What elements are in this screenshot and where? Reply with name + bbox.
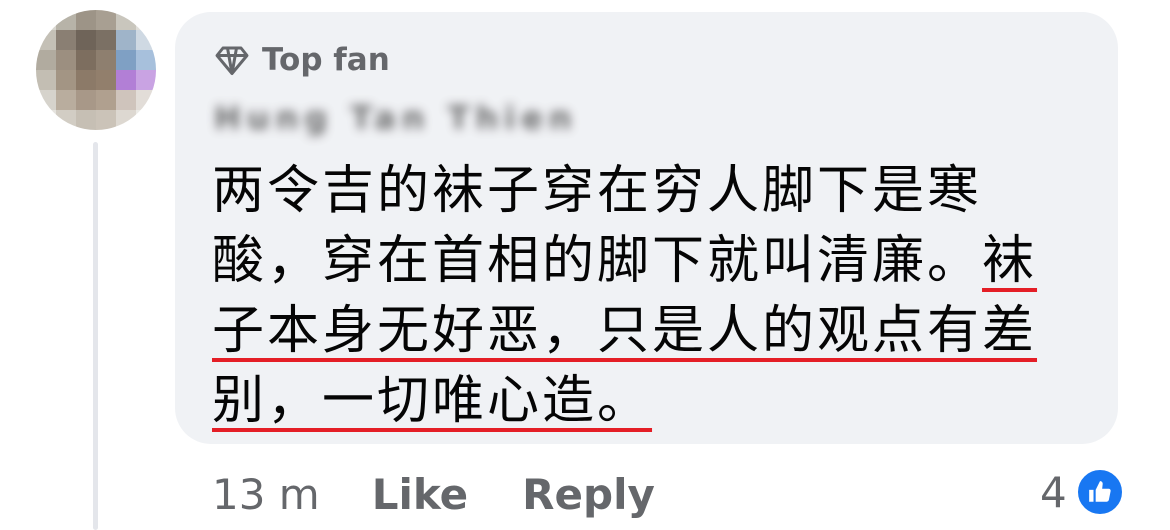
diamond-icon: [215, 46, 249, 75]
comment-line: 酸，穿在首相的脚下就叫清廉。袜: [212, 231, 1038, 291]
underlined-text: 子本身无好恶，只是人的观点有差: [212, 301, 1038, 361]
top-fan-badge[interactable]: Top fan: [214, 40, 390, 80]
thread-line: [93, 142, 98, 530]
underlined-text: 别，一切唯心造: [212, 371, 598, 431]
badge-label: Top fan: [262, 42, 390, 78]
comment-line: 两令吉的袜子穿在穷人脚下是寒: [212, 161, 983, 221]
reaction-summary[interactable]: 4: [1040, 464, 1125, 520]
author-name: Hung Tan Thien: [214, 99, 578, 137]
comment-actions: 13 m Like Reply: [212, 466, 655, 522]
comment-line: 子本身无好恶，只是人的观点有差: [212, 296, 1092, 366]
avatar[interactable]: [36, 10, 156, 130]
timestamp[interactable]: 13 m: [212, 470, 320, 519]
author-name-link[interactable]: Hung Tan Thien: [214, 96, 610, 140]
comment-line: 别，一切唯心造。: [212, 371, 653, 431]
comment-text: 两令吉的袜子穿在穷人脚下是寒 酸，穿在首相的脚下就叫清廉。袜 子本身无好恶，只是…: [212, 156, 1092, 436]
like-button[interactable]: Like: [372, 470, 468, 519]
reply-button[interactable]: Reply: [522, 470, 655, 519]
underlined-text: 袜: [982, 231, 1038, 291]
thumbs-up-icon: [1074, 467, 1125, 517]
reaction-count: 4: [1040, 467, 1067, 517]
